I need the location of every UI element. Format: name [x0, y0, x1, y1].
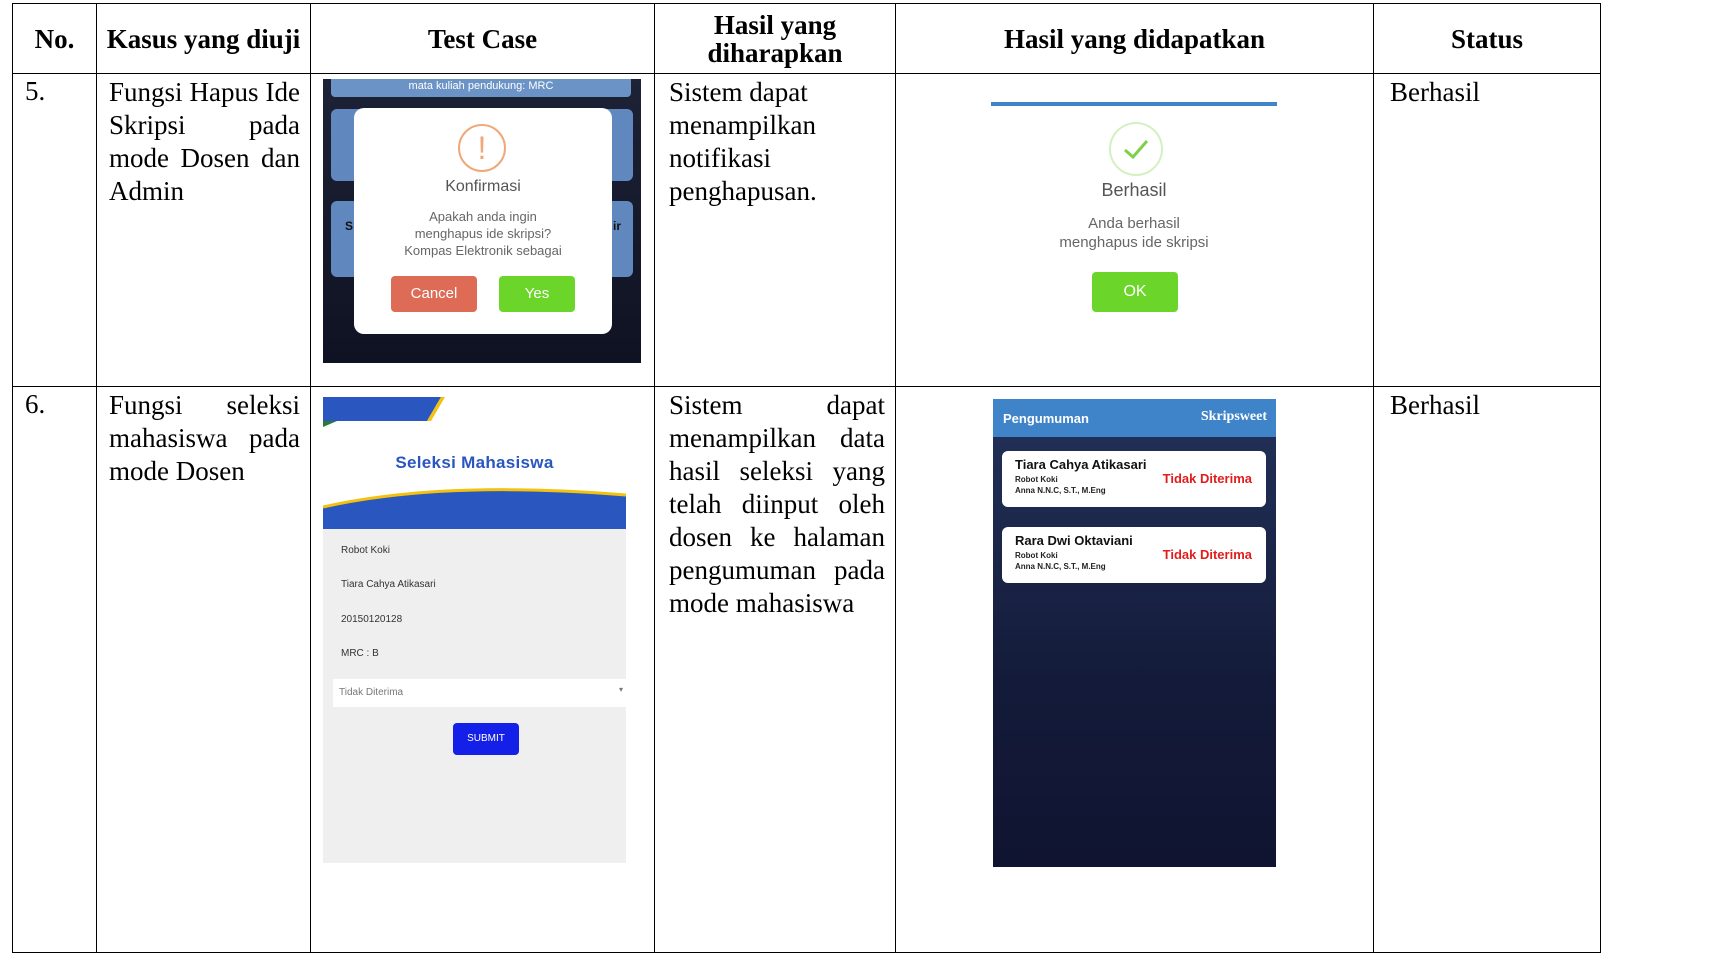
table-row: 5. Fungsi Hapus Ide Skripsi pada mode Do… — [12, 73, 1601, 387]
header-test-case: Test Case — [310, 3, 655, 74]
row-status: Berhasil — [1390, 390, 1480, 420]
status-badge: Tidak Diterima — [1162, 471, 1252, 486]
check-icon — [1109, 122, 1163, 176]
row-hasil-diharapkan-cell: Sistem dapat menampilkan notifikasi peng… — [654, 73, 896, 387]
chevron-down-icon: ▾ — [619, 685, 624, 694]
student-name: Tiara Cahya Atikasari — [1015, 457, 1147, 472]
ok-button[interactable]: OK — [1092, 272, 1178, 312]
success-dialog-screenshot: Berhasil Anda berhasil menghapus ide skr… — [991, 102, 1277, 332]
row-number: 6. — [25, 389, 46, 419]
side-text-left: S — [345, 219, 354, 233]
announcement-title: Pengumuman — [1003, 411, 1089, 426]
header-kasus: Kasus yang diuji — [96, 3, 311, 74]
cancel-button[interactable]: Cancel — [391, 276, 477, 312]
row-no-cell: 6. — [12, 386, 97, 953]
row-test-case-cell: mata kuliah pendukung: MRC S ir ! Konfir… — [310, 73, 655, 387]
topic: Robot Koki — [1015, 551, 1058, 560]
yes-button[interactable]: Yes — [499, 276, 575, 312]
lecturer: Anna N.N.C, S.T., M.Eng — [1015, 486, 1106, 495]
row-kasus-cell: Fungsi Hapus Ide Skripsi pada mode Dosen… — [96, 73, 311, 387]
brand-name: Skripsweet — [1200, 409, 1267, 424]
header-hasil-didapatkan: Hasil yang didapatkan — [895, 3, 1374, 74]
topic: Robot Koki — [1015, 475, 1058, 484]
header-row: No. Kasus yang diuji Test Case Hasil yan… — [12, 3, 1601, 74]
submit-button[interactable]: SUBMIT — [453, 723, 519, 755]
row-status-cell: Berhasil — [1373, 386, 1601, 953]
top-accent — [991, 102, 1277, 106]
side-text-right: ir — [613, 219, 622, 233]
announcement-header: Pengumuman Skripsweet — [993, 399, 1276, 437]
seleksi-mahasiswa-screenshot: Seleksi Mahasiswa Robot Koki Tiara Cahya… — [323, 397, 626, 863]
table-row: 6. Fungsi seleksi mahasiswa pada mode Do… — [12, 386, 1601, 953]
row-status-cell: Berhasil — [1373, 73, 1601, 387]
page-title: Seleksi Mahasiswa — [395, 453, 554, 472]
topbar-text: mata kuliah pendukung: MRC — [331, 79, 631, 97]
form-body: Robot Koki Tiara Cahya Atikasari 2015012… — [323, 529, 626, 863]
row-test-case-cell: Seleksi Mahasiswa Robot Koki Tiara Cahya… — [310, 386, 655, 953]
row-hasil-diharapkan-cell: Sistem dapat menampilkan data hasil sele… — [654, 386, 896, 953]
header-no: No. — [12, 3, 97, 74]
field-topic: Robot Koki — [341, 545, 390, 556]
header-accent-shape — [323, 397, 445, 427]
row-status: Berhasil — [1390, 77, 1480, 107]
result-title: Berhasil — [1101, 180, 1167, 200]
test-results-table: No. Kasus yang diuji Test Case Hasil yan… — [12, 3, 1601, 953]
pengumuman-screenshot: Pengumuman Skripsweet Tiara Cahya Atikas… — [993, 399, 1276, 867]
confirm-delete-screenshot: mata kuliah pendukung: MRC S ir ! Konfir… — [323, 79, 641, 363]
warning-icon: ! — [458, 124, 506, 172]
field-mrc: MRC : B — [341, 648, 379, 659]
announcement-card[interactable]: Tiara Cahya Atikasari Robot Koki Anna N.… — [1002, 451, 1266, 507]
announcement-card[interactable]: Rara Dwi Oktaviani Robot Koki Anna N.N.C… — [1002, 527, 1266, 583]
row-hasil-didapatkan-cell: Pengumuman Skripsweet Tiara Cahya Atikas… — [895, 386, 1374, 953]
row-hasil-didapatkan-cell: Berhasil Anda berhasil menghapus ide skr… — [895, 73, 1374, 387]
check-icon-svg — [1124, 140, 1149, 160]
field-student-name: Tiara Cahya Atikasari — [341, 579, 436, 590]
dropdown-value: Tidak Diterima — [339, 687, 404, 698]
row-kasus: Fungsi Hapus Ide Skripsi pada mode Dosen… — [109, 77, 300, 206]
row-hasil-diharapkan: Sistem dapat menampilkan notifikasi peng… — [669, 77, 817, 206]
lecturer: Anna N.N.C, S.T., M.Eng — [1015, 562, 1106, 571]
status-badge: Tidak Diterima — [1162, 547, 1252, 562]
header-hasil-diharapkan: Hasil yang diharapkan — [654, 3, 896, 74]
confirm-dialog: ! Konfirmasi Apakah anda ingin menghapus… — [354, 108, 612, 334]
row-kasus: Fungsi seleksi mahasiswa pada mode Dosen — [109, 390, 300, 486]
status-dropdown[interactable]: Tidak Diterima ▾ — [333, 679, 626, 707]
header-status: Status — [1373, 3, 1601, 74]
dialog-message: Apakah anda ingin menghapus ide skripsi?… — [404, 209, 562, 258]
field-student-id: 20150120128 — [341, 614, 403, 625]
row-kasus-cell: Fungsi seleksi mahasiswa pada mode Dosen — [96, 386, 311, 953]
dialog-title: Konfirmasi — [445, 178, 521, 195]
row-hasil-diharapkan: Sistem dapat menampilkan data hasil sele… — [669, 390, 885, 618]
student-name: Rara Dwi Oktaviani — [1015, 533, 1133, 548]
row-number: 5. — [25, 76, 46, 106]
wave-shape — [323, 488, 626, 531]
row-no-cell: 5. — [12, 73, 97, 387]
result-message: Anda berhasil menghapus ide skripsi — [1059, 215, 1209, 251]
